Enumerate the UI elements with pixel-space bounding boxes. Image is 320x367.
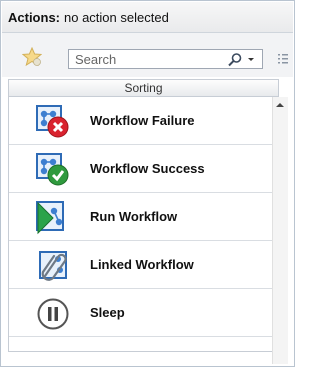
search-icon[interactable]	[227, 52, 243, 68]
toolbar	[2, 33, 293, 77]
linked-workflow-icon	[36, 249, 70, 283]
action-label: Sleep	[90, 305, 125, 320]
list-scrollbar[interactable]	[272, 97, 288, 364]
scroll-up-arrow-icon[interactable]	[276, 103, 284, 107]
run-workflow-icon	[36, 201, 70, 235]
list-item-sleep[interactable]: Sleep	[9, 289, 272, 337]
list-item-workflow-failure[interactable]: Workflow Failure	[9, 97, 272, 145]
workflow-failure-icon	[36, 105, 70, 139]
search-field[interactable]	[68, 49, 263, 69]
header-label: Actions:	[8, 9, 60, 25]
sorting-column-header[interactable]: Sorting	[8, 79, 279, 97]
list-item-linked-workflow[interactable]: Linked Workflow	[9, 241, 272, 289]
search-input[interactable]	[69, 50, 215, 68]
selected-action-value: no action selected	[64, 9, 169, 25]
action-label: Linked Workflow	[90, 257, 194, 272]
sleep-icon	[36, 297, 70, 331]
action-label: Workflow Failure	[90, 113, 195, 128]
panel-header: Actions: no action selected	[2, 2, 293, 33]
list-item-run-workflow[interactable]: Run Workflow	[9, 193, 272, 241]
action-label: Workflow Success	[90, 161, 205, 176]
actions-list: Workflow Failure Workflow Success Run Wo…	[8, 97, 272, 352]
list-item-workflow-success[interactable]: Workflow Success	[9, 145, 272, 193]
list-options-icon[interactable]	[277, 52, 289, 66]
workflow-success-icon	[36, 153, 70, 187]
actions-panel: Actions: no action selected Search Sorti…	[0, 0, 295, 367]
chevron-down-icon[interactable]	[245, 52, 257, 66]
star-icon[interactable]	[21, 46, 43, 67]
action-label: Run Workflow	[90, 209, 178, 224]
